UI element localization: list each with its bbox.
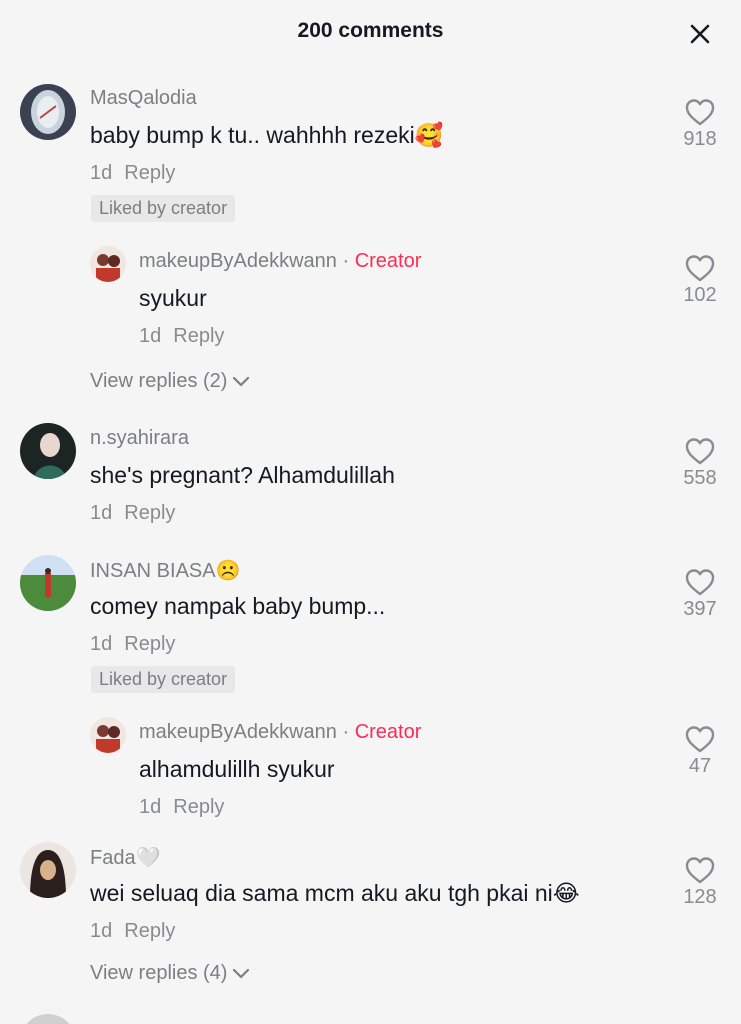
comment-username[interactable]: INSAN BIASA☹️ [90, 558, 241, 583]
view-replies-label[interactable]: View replies (2) [90, 370, 227, 392]
avatar[interactable] [20, 555, 76, 611]
reply-time: 1d [139, 796, 162, 818]
creator-label: Creator [354, 250, 422, 272]
view-replies-label[interactable]: View replies (4) [90, 962, 227, 984]
heart-icon[interactable] [684, 855, 716, 885]
comment-time: 1d [90, 633, 113, 655]
like-column: 47 [670, 724, 730, 778]
like-count: 128 [683, 886, 717, 908]
separator-dot: · [342, 250, 350, 272]
comments-count-title: 200 comments [297, 19, 444, 42]
creator-avatar[interactable] [90, 246, 126, 282]
heart-icon[interactable] [684, 97, 716, 127]
view-replies-button[interactable]: View replies (4) [90, 962, 251, 985]
reply-button[interactable]: Reply [124, 162, 175, 184]
like-count: 102 [683, 284, 717, 306]
avatar[interactable] [20, 842, 76, 898]
comment-text: wei seluaq dia sama mcm aku aku tgh pkai… [90, 880, 580, 906]
like-count: 558 [683, 467, 717, 489]
reply-text: alhamdulillh syukur [139, 756, 335, 782]
like-column: 558 [670, 436, 730, 490]
heart-icon[interactable] [684, 436, 716, 466]
reply-button[interactable]: Reply [124, 633, 175, 655]
reply-time: 1d [139, 325, 162, 347]
heart-icon[interactable] [684, 567, 716, 597]
comment-username[interactable]: n.syahirara [90, 427, 189, 450]
comment-time: 1d [90, 920, 113, 942]
avatar[interactable] [20, 84, 76, 140]
reply-username-text[interactable]: makeupByAdekkwann [139, 721, 337, 743]
comment-meta: 1d Reply [90, 920, 175, 943]
like-count: 918 [683, 128, 717, 150]
like-column: 918 [670, 97, 730, 151]
creator-avatar[interactable] [90, 717, 126, 753]
reply-username[interactable]: makeupByAdekkwann · Creator [139, 250, 421, 273]
like-count: 47 [688, 755, 712, 777]
reply-button[interactable]: Reply [173, 325, 224, 347]
comments-header: 200 comments [0, 0, 741, 66]
comment-time: 1d [90, 502, 113, 524]
comment-meta: 1d Reply [90, 162, 175, 185]
view-replies-button[interactable]: View replies (2) [90, 370, 251, 393]
comment-username[interactable]: Fada🤍 [90, 845, 161, 870]
reply-button[interactable]: Reply [124, 920, 175, 942]
reply-button[interactable]: Reply [124, 502, 175, 524]
separator-dot: · [342, 721, 350, 743]
avatar[interactable] [20, 1014, 76, 1024]
close-icon[interactable] [686, 20, 714, 48]
reply-button[interactable]: Reply [173, 796, 224, 818]
heart-icon[interactable] [684, 253, 716, 283]
liked-by-creator-badge: Liked by creator [91, 195, 236, 222]
comment-meta: 1d Reply [90, 502, 175, 525]
avatar[interactable] [20, 423, 76, 479]
creator-label: Creator [354, 721, 422, 743]
reply-meta: 1d Reply [139, 796, 224, 819]
reply-text: syukur [139, 285, 207, 311]
reply-meta: 1d Reply [139, 325, 224, 348]
chevron-down-icon [233, 376, 250, 386]
liked-by-creator-badge: Liked by creator [91, 666, 236, 693]
like-count: 397 [683, 598, 717, 620]
reply-username[interactable]: makeupByAdekkwann · Creator [139, 721, 421, 744]
comment-text: baby bump k tu.. wahhhh rezeki🥰 [90, 122, 444, 148]
comment-time: 1d [90, 162, 113, 184]
like-column: 102 [670, 253, 730, 307]
like-column: 128 [670, 855, 730, 909]
comment-text: comey nampak baby bump... [90, 593, 386, 619]
like-column: 397 [670, 567, 730, 621]
reply-username-text[interactable]: makeupByAdekkwann [139, 250, 337, 272]
comment-text: she's pregnant? Alhamdulillah [90, 462, 395, 488]
comment-username[interactable]: MasQalodia [90, 87, 197, 110]
comment-meta: 1d Reply [90, 633, 175, 656]
heart-icon[interactable] [684, 724, 716, 754]
chevron-down-icon [233, 968, 250, 978]
